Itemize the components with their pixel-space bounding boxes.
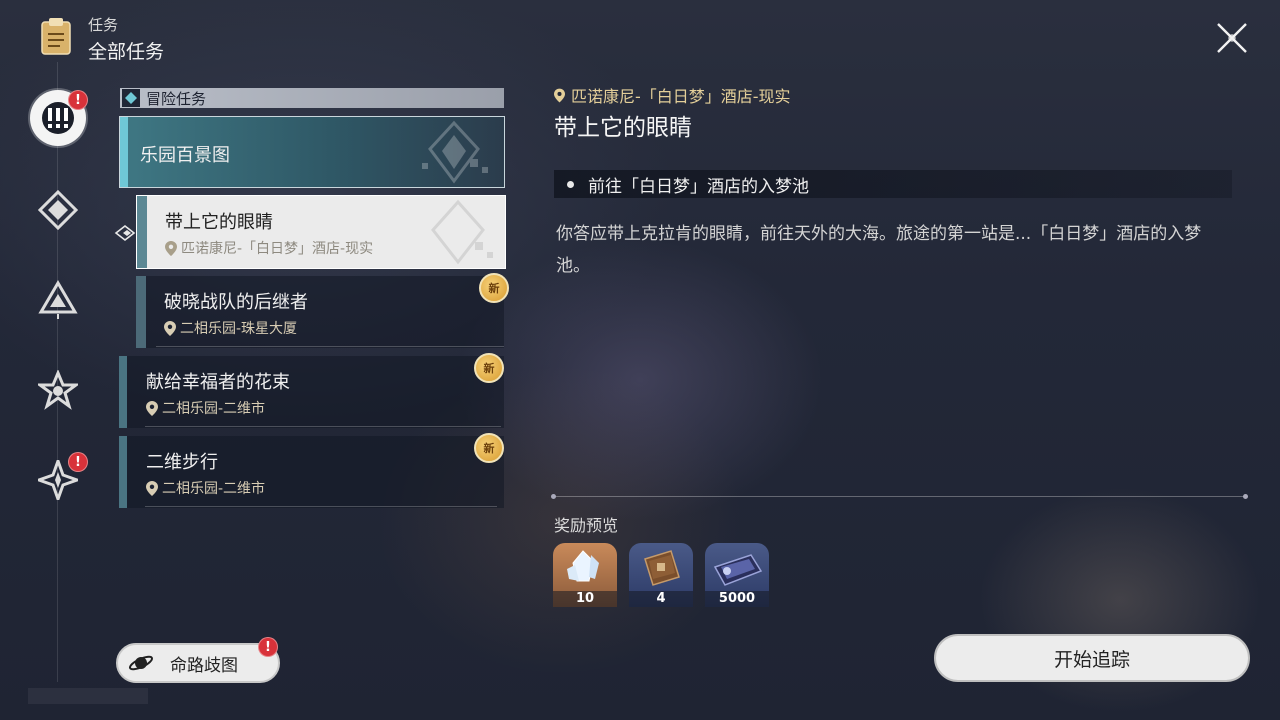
quest-location: 二相乐园-珠星大厦 (164, 318, 297, 338)
reward-qty: 4 (629, 591, 693, 607)
group-accent-bar (120, 117, 128, 187)
star-icon (38, 370, 78, 410)
planet-icon (128, 655, 154, 671)
quest-title: 二维步行 (146, 452, 218, 473)
credit-icon (713, 554, 763, 586)
location-pin-icon (165, 240, 177, 256)
divider-end-dot (1243, 494, 1248, 499)
quest-title: 破晓战队的后继者 (164, 292, 308, 313)
quest-accent-bar (137, 196, 147, 268)
detail-title: 带上它的眼睛 (554, 115, 692, 141)
quest-accent-bar (136, 276, 146, 348)
close-icon[interactable] (1212, 18, 1252, 58)
detail-location: 匹诺康尼-「白日梦」酒店-现实 (554, 83, 791, 107)
location-pin-icon (554, 88, 565, 102)
selection-arrow-icon (114, 224, 136, 242)
category-header: 冒险任务 (120, 88, 504, 108)
objective-bullet-icon (567, 180, 574, 188)
start-tracking-button[interactable]: 开始追踪 (934, 634, 1250, 682)
quest-accent-bar (119, 436, 127, 508)
reward-divider (552, 496, 1248, 497)
quest-title: 带上它的眼睛 (165, 212, 273, 233)
reward-qty: 10 (553, 591, 617, 607)
emblem-decoration-icon (422, 120, 488, 184)
clipboard-icon (41, 18, 71, 55)
quest-item[interactable]: 献给幸福者的花束 二相乐园-二维市 (119, 356, 504, 428)
book-icon (644, 550, 680, 586)
header-small-title: 任务 (88, 16, 119, 34)
quest-group-title: 乐园百景图 (140, 145, 230, 166)
objective-bar: 前往「白日梦」酒店的入梦池 (554, 170, 1232, 198)
sidebar-item-category-2[interactable] (30, 182, 86, 238)
reward-item-credit[interactable]: 5000 (705, 543, 769, 607)
quest-location: 匹诺康尼-「白日梦」酒店-现实 (165, 238, 373, 258)
quest-location-text: 匹诺康尼-「白日梦」酒店-现实 (181, 241, 374, 257)
quest-location: 二相乐园-二维市 (146, 398, 265, 418)
quest-group[interactable]: 乐园百景图 (119, 116, 505, 188)
quest-location: 二相乐园-二维市 (146, 478, 265, 498)
quest-location-text: 二相乐园-二维市 (162, 481, 266, 497)
category-diamond-icon (122, 89, 140, 107)
category-label: 冒险任务 (146, 89, 207, 108)
quest-divider (145, 506, 497, 507)
quest-item-selected[interactable]: 带上它的眼睛 匹诺康尼-「白日梦」酒店-现实 (136, 195, 506, 269)
bottom-decoration (28, 688, 148, 704)
location-pin-icon (146, 480, 158, 496)
reward-qty: 5000 (705, 591, 769, 607)
divider-end-dot (551, 494, 556, 499)
reward-preview-label: 奖励预览 (554, 516, 619, 535)
triangle-icon (38, 280, 78, 319)
quest-accent-bar (119, 356, 127, 428)
objective-text: 前往「白日梦」酒店的入梦池 (588, 176, 809, 197)
quest-item[interactable]: 破晓战队的后继者 二相乐园-珠星大厦 (136, 276, 504, 348)
sidebar-item-category-4[interactable] (30, 362, 86, 418)
location-pin-icon (146, 400, 158, 416)
quest-divider (156, 346, 504, 347)
new-badge: 新 (474, 433, 504, 463)
emblem-decoration-icon (431, 199, 493, 265)
new-badge: 新 (474, 353, 504, 383)
quest-divider (145, 426, 501, 427)
fate-map-label: 命路歧图 (170, 655, 238, 676)
quest-location-text: 二相乐园-珠星大厦 (180, 321, 298, 337)
alert-badge: ! (258, 637, 278, 657)
new-badge: 新 (479, 273, 509, 303)
page-title: 全部任务 (88, 41, 165, 63)
fate-map-button[interactable]: 命路歧图 (116, 643, 280, 683)
detail-location-text: 匹诺康尼-「白日梦」酒店-现实 (571, 87, 791, 106)
diamond-star-icon (38, 190, 78, 230)
alert-badge: ! (68, 90, 88, 110)
detail-description: 你答应带上克拉肯的眼睛，前往天外的大海。旅途的第一站是...「白日梦」酒店的入梦… (556, 224, 1202, 276)
reward-item-crystal[interactable]: 10 (553, 543, 617, 607)
quest-item[interactable]: 二维步行 二相乐园-二维市 (119, 436, 504, 508)
crystal-icon (567, 550, 599, 582)
alert-badge: ! (68, 452, 88, 472)
location-pin-icon (164, 320, 176, 336)
sidebar-item-category-3[interactable] (30, 272, 86, 328)
reward-item-book[interactable]: 4 (629, 543, 693, 607)
quest-location-text: 二相乐园-二维市 (162, 401, 266, 417)
quest-title: 献给幸福者的花束 (146, 372, 290, 393)
